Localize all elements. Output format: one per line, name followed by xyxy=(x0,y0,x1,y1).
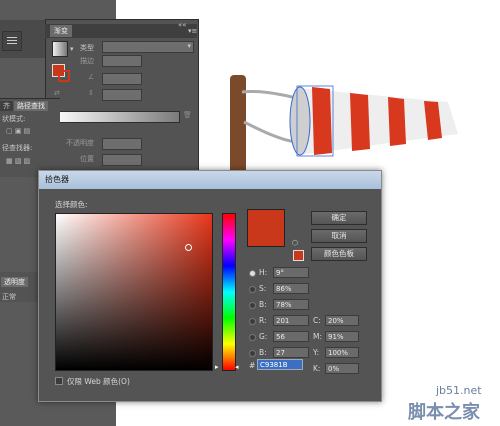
color-field-row: B: 78% xyxy=(249,299,319,311)
saturation-brightness-field[interactable] xyxy=(55,213,213,371)
swatch-dropdown-icon[interactable]: ▾ xyxy=(70,45,74,53)
pathfinders-label: 径查找器: xyxy=(2,144,33,152)
color-cursor[interactable] xyxy=(185,244,192,251)
stroke-swatch[interactable] xyxy=(58,70,70,82)
cmyk-field-label: M: xyxy=(313,332,322,341)
color-field-row: G: 56 xyxy=(249,331,319,343)
color-field-label: G: xyxy=(259,332,268,341)
cmyk-field-row: C: 20% xyxy=(313,315,373,327)
shape-mode-icons[interactable]: ▢ ▣ ▤ xyxy=(6,127,30,135)
collapse-icon[interactable]: «« xyxy=(178,21,187,29)
cube-icon[interactable]: ⬡ xyxy=(292,239,298,247)
blend-mode-value[interactable]: 正常 xyxy=(2,292,16,302)
string-bottom xyxy=(243,120,297,144)
color-swatches-button[interactable]: 颜色色板 xyxy=(311,247,367,261)
pathfinder-icons[interactable]: ▦ ▧ ▨ xyxy=(6,157,30,165)
hue-slider-right-arrow[interactable]: ◂ xyxy=(235,363,239,371)
chevron-down-icon: ▾ xyxy=(187,42,191,50)
ok-button[interactable]: 确定 xyxy=(311,211,367,225)
watermark-line2: 脚本之家 xyxy=(408,402,480,423)
cmyk-field-label: Y: xyxy=(313,348,320,357)
angle-dropdown[interactable] xyxy=(102,73,142,85)
opacity-label: 不透明度 xyxy=(66,139,94,147)
dialog-titlebar[interactable]: 拾色器 xyxy=(39,171,381,189)
cancel-button[interactable]: 取消 xyxy=(311,229,367,243)
cmyk-field-input[interactable]: 0% xyxy=(325,363,359,374)
color-field-input[interactable]: 9° xyxy=(273,267,309,278)
color-field-input[interactable]: 201 xyxy=(273,315,309,326)
opacity-dropdown[interactable] xyxy=(102,138,142,150)
color-field-label: B: xyxy=(259,300,267,309)
type-label: 类型 xyxy=(80,44,94,52)
cmyk-field-input[interactable]: 100% xyxy=(325,347,359,358)
sock-opening xyxy=(289,86,311,156)
reverse-icon[interactable]: ⇄ xyxy=(54,89,60,97)
tab-gradient[interactable]: 渐变 xyxy=(50,25,72,37)
stripe-2 xyxy=(350,93,370,151)
color-field-input[interactable]: 78% xyxy=(273,299,309,310)
tab-pathfinder[interactable]: 路径查找 xyxy=(14,101,48,111)
cmyk-field-row: Y: 100% xyxy=(313,347,373,359)
aspect-icon: ⇕ xyxy=(88,89,94,97)
gradient-swatch[interactable] xyxy=(52,41,68,57)
delete-stop-icon[interactable]: 🗑 xyxy=(183,111,192,119)
color-field-row: R: 201 xyxy=(249,315,319,327)
type-dropdown[interactable]: ▾ xyxy=(102,41,194,53)
color-field-row: B: 27 xyxy=(249,347,319,359)
cmyk-field-row: K: 0% xyxy=(313,363,373,375)
color-field-row: S: 86% xyxy=(249,283,319,295)
aspect-dropdown[interactable] xyxy=(102,89,142,101)
color-field-row: H: 9° xyxy=(249,267,319,279)
stripe-1 xyxy=(312,87,332,155)
cmyk-field-label: K: xyxy=(313,364,321,373)
cmyk-field-row: M: 91% xyxy=(313,331,373,343)
tab-transparency[interactable]: 透明度 xyxy=(1,277,28,287)
color-mode-radio[interactable] xyxy=(249,350,256,357)
web-only-checkbox[interactable] xyxy=(55,377,63,385)
color-mode-radio[interactable] xyxy=(249,318,256,325)
color-mode-radio[interactable] xyxy=(249,334,256,341)
cmyk-field-input[interactable]: 20% xyxy=(325,315,359,326)
menu-icon[interactable] xyxy=(2,31,22,51)
cmyk-field-label: C: xyxy=(313,316,321,325)
color-field-label: B: xyxy=(259,348,267,357)
out-of-gamut-swatch[interactable] xyxy=(293,250,304,261)
color-field-input[interactable]: 56 xyxy=(273,331,309,342)
select-color-label: 选择颜色: xyxy=(55,200,88,209)
color-field-label: R: xyxy=(259,316,267,325)
hex-input[interactable]: C9381B xyxy=(257,359,303,370)
color-field-input[interactable]: 27 xyxy=(273,347,309,358)
color-mode-radio[interactable] xyxy=(249,302,256,309)
color-picker-dialog: 拾色器 选择颜色: ▸ ◂ ⬡ 确定 取消 颜色色板 H: 9° S: 86% B: 78… xyxy=(38,170,382,402)
string-top xyxy=(241,90,297,100)
color-field-label: S: xyxy=(259,284,267,293)
dialog-title: 拾色器 xyxy=(45,175,69,184)
hue-slider-left-arrow[interactable]: ▸ xyxy=(215,363,219,371)
gradient-slider[interactable] xyxy=(52,111,180,123)
location-label: 位置 xyxy=(80,155,94,163)
tab-align[interactable]: 齐 xyxy=(0,101,13,111)
web-only-label: 仅限 Web 颜色(O) xyxy=(67,377,130,386)
stroke-label: 描边 xyxy=(80,57,94,65)
hex-label: # xyxy=(249,361,256,370)
angle-icon: ∠ xyxy=(88,73,95,81)
panel-menu-icon[interactable]: ▾≡ xyxy=(188,27,197,35)
watermark-line1: jb51.net xyxy=(436,384,482,397)
color-mode-radio[interactable] xyxy=(249,286,256,293)
new-color-swatch xyxy=(247,209,285,247)
location-dropdown[interactable] xyxy=(102,154,142,166)
shape-modes-label: 状模式: xyxy=(2,115,26,123)
stripe-3 xyxy=(388,97,406,146)
stroke-dropdown[interactable] xyxy=(102,55,142,67)
color-mode-radio[interactable] xyxy=(249,270,256,277)
hue-slider[interactable] xyxy=(222,213,236,371)
color-field-label: H: xyxy=(259,268,268,277)
cmyk-field-input[interactable]: 91% xyxy=(325,331,359,342)
color-field-input[interactable]: 86% xyxy=(273,283,309,294)
